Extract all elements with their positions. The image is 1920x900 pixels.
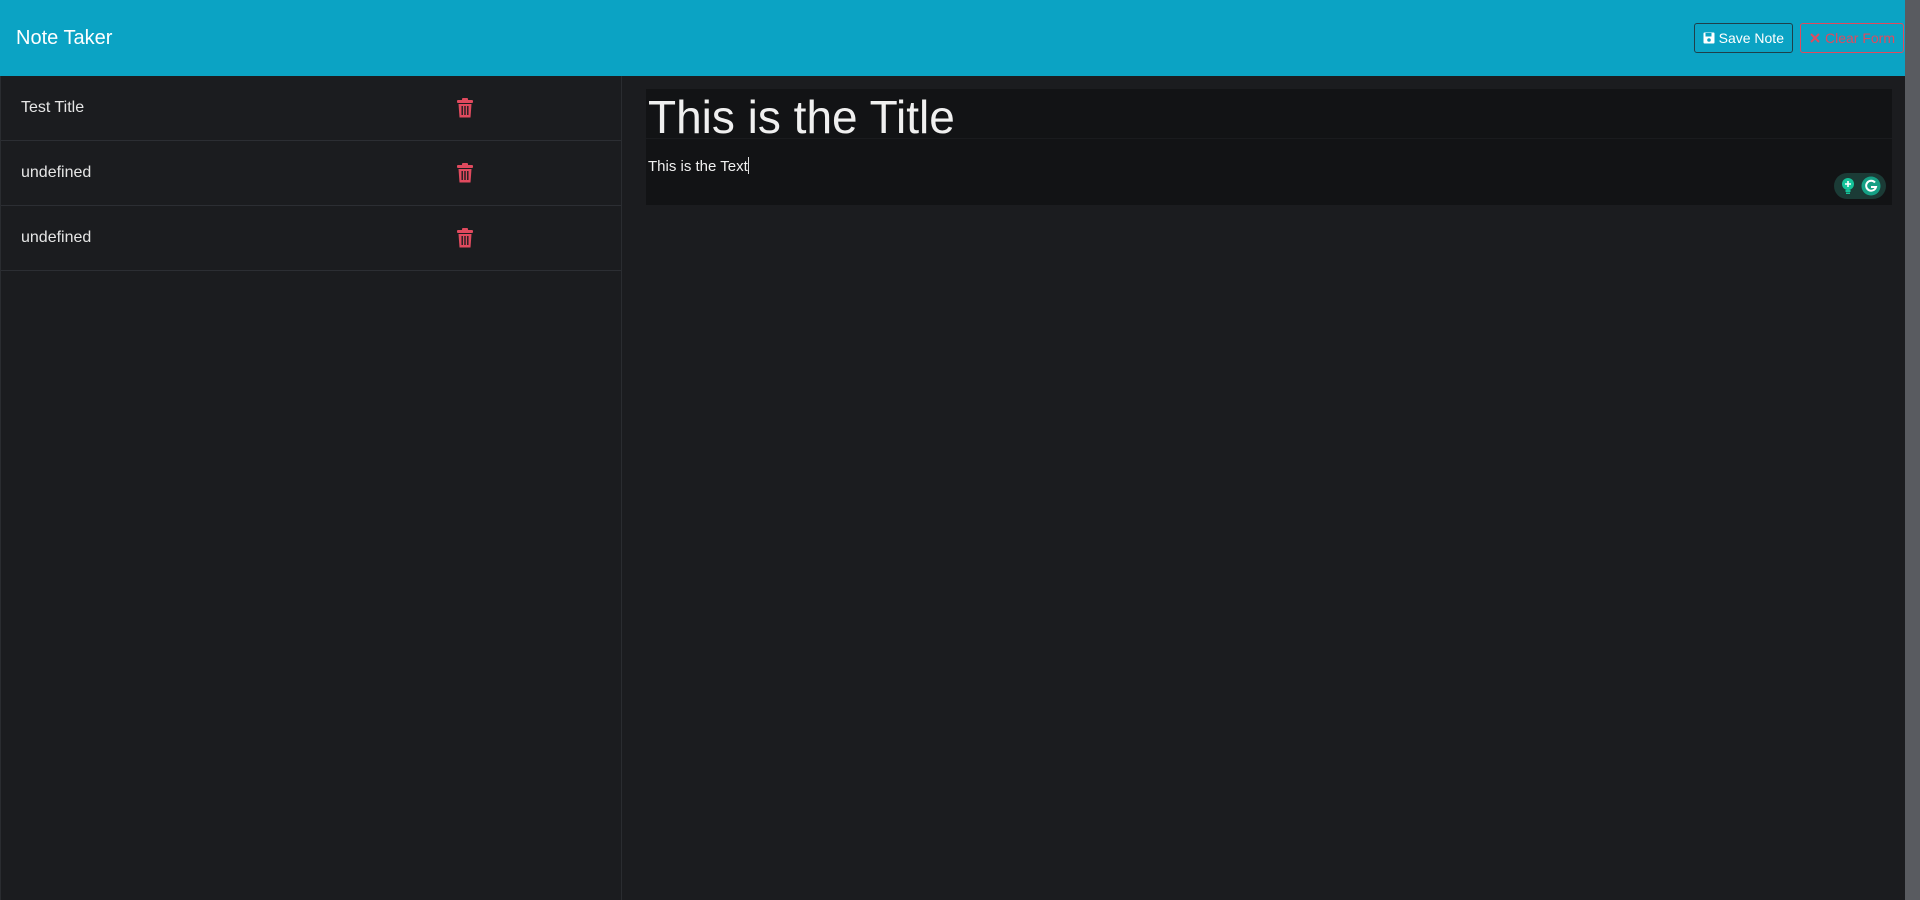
note-item[interactable]: undefined <box>1 141 621 206</box>
note-title: undefined <box>21 164 92 181</box>
x-icon <box>1810 33 1820 43</box>
note-title: undefined <box>21 229 92 246</box>
save-note-label: Save Note <box>1718 30 1784 46</box>
trash-icon[interactable] <box>456 228 474 248</box>
app: Note Taker Save Note Clear Form Test Tit… <box>0 0 1920 900</box>
note-item[interactable]: undefined <box>1 206 621 271</box>
note-text-value: This is the Text <box>648 158 748 175</box>
floppy-disk-icon <box>1703 32 1715 44</box>
note-title-input[interactable]: This is the Title <box>646 89 1892 139</box>
note-item[interactable]: Test Title <box>1 76 621 141</box>
page-scrollbar[interactable] <box>1905 0 1920 900</box>
save-note-button[interactable]: Save Note <box>1693 23 1793 53</box>
note-editor: This is the Title This is the Text <box>646 89 1892 205</box>
note-list: Test Title undefined undefined <box>0 76 622 900</box>
navbar: Note Taker Save Note Clear Form <box>0 0 1920 76</box>
trash-icon[interactable] <box>456 163 474 183</box>
clear-form-label: Clear Form <box>1824 30 1895 46</box>
note-title: Test Title <box>21 99 85 116</box>
note-title-value: This is the Title <box>648 91 955 139</box>
text-caret <box>747 157 749 174</box>
clear-form-button[interactable]: Clear Form <box>1799 23 1904 53</box>
nav-actions: Save Note Clear Form <box>1693 23 1904 53</box>
grammarly-icon[interactable] <box>1861 176 1881 196</box>
note-text-input[interactable]: This is the Text <box>646 139 1892 175</box>
trash-icon[interactable] <box>456 98 474 118</box>
grammarly-widget[interactable] <box>1834 173 1886 199</box>
app-brand[interactable]: Note Taker <box>16 27 112 50</box>
lightbulb-icon[interactable] <box>1840 177 1856 195</box>
